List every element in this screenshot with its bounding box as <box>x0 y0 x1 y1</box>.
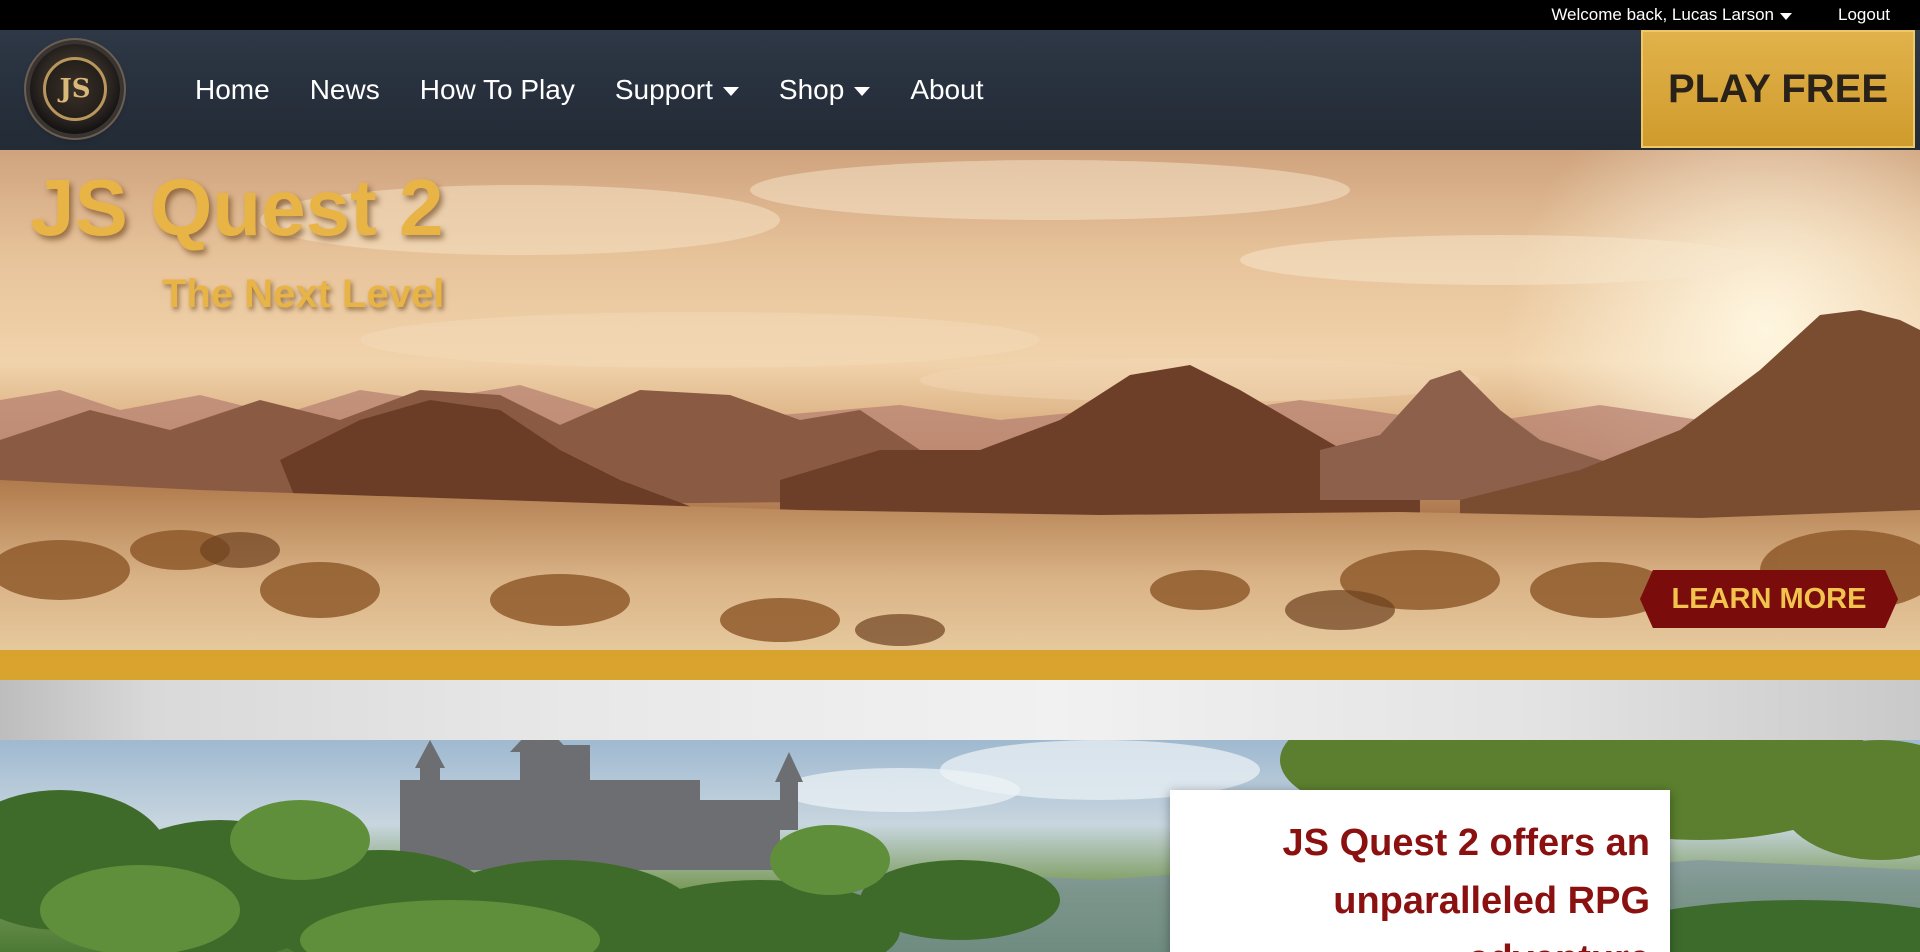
nav-item-shop[interactable]: Shop <box>778 74 871 106</box>
hero-bottom-strip <box>0 650 1920 680</box>
chevron-down-icon <box>1780 12 1792 20</box>
feature-section: JS Quest 2 offers an unparalleled RPG ad… <box>0 740 1920 952</box>
chevron-down-icon <box>854 87 871 96</box>
hero-banner: JS Quest 2 The Next Level LEARN MORE <box>0 150 1920 680</box>
hero-title: JS Quest 2 <box>30 163 444 252</box>
chevron-down-icon <box>722 87 739 96</box>
logout-link[interactable]: Logout <box>1838 5 1890 25</box>
nav-item-label: Shop <box>778 74 845 105</box>
logo-emblem: JS <box>43 57 107 121</box>
decorative-band <box>0 680 1920 740</box>
nav-item-about[interactable]: About <box>910 74 983 106</box>
nav-item-news[interactable]: News <box>310 74 380 106</box>
nav-item-home[interactable]: Home <box>195 74 270 106</box>
learn-more-button[interactable]: LEARN MORE <box>1640 570 1898 628</box>
site-logo[interactable]: JS <box>30 44 120 134</box>
nav-item-label: Home <box>195 74 270 105</box>
welcome-text: Welcome back, Lucas Larson <box>1551 5 1774 24</box>
nav-item-label: News <box>309 74 380 105</box>
hero-subtitle: The Next Level <box>162 272 445 316</box>
nav-item-label: About <box>910 74 984 105</box>
nav-item-how-to-play[interactable]: How To Play <box>420 74 575 106</box>
account-menu[interactable]: Welcome back, Lucas Larson <box>1551 5 1792 25</box>
nav-item-label: Support <box>614 74 713 105</box>
nav-item-support[interactable]: Support <box>615 74 739 106</box>
nav-item-label: How To Play <box>419 74 575 105</box>
top-utility-bar: Welcome back, Lucas Larson Logout <box>0 0 1920 30</box>
main-navbar: JS Home News How To Play Support Shop Ab… <box>0 30 1920 150</box>
feature-text: JS Quest 2 offers an unparalleled RPG ad… <box>1282 822 1650 952</box>
feature-card: JS Quest 2 offers an unparalleled RPG ad… <box>1170 790 1670 952</box>
nav-menu: Home News How To Play Support Shop About <box>195 30 983 150</box>
play-free-button[interactable]: PLAY FREE <box>1641 30 1915 148</box>
